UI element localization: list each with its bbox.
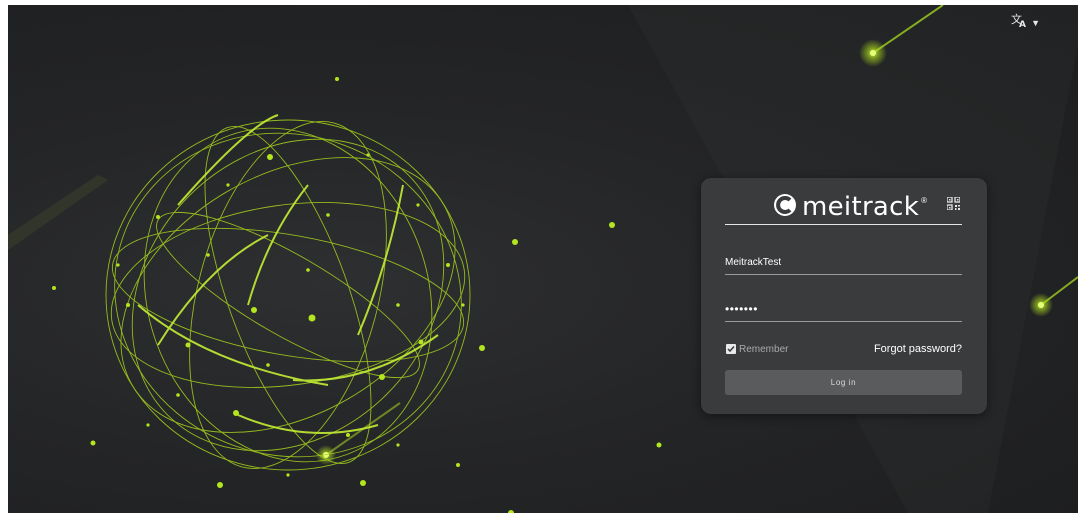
brand-logo: meitrack ®: [773, 192, 927, 222]
login-card: meitrack ® MeitrackTest ••••••• Remember…: [701, 178, 987, 414]
login-button[interactable]: Log in: [725, 370, 962, 395]
caret-down-icon: ▼: [1031, 18, 1040, 28]
brand-name: meitrack: [802, 192, 920, 222]
meitrack-logo-icon: [773, 193, 797, 222]
password-field-wrapper: [725, 297, 962, 322]
qr-code-icon[interactable]: [946, 196, 961, 215]
username-input[interactable]: [725, 250, 962, 274]
logo-row: meitrack ®: [725, 190, 962, 225]
username-field-wrapper: [725, 250, 962, 275]
registered-mark: ®: [921, 196, 928, 205]
remember-label: Remember: [739, 343, 789, 355]
remember-row: Remember Forgot password?: [726, 341, 962, 357]
translate-icon: 文 A: [1010, 12, 1028, 33]
svg-text:A: A: [1019, 20, 1026, 28]
remember-checkbox[interactable]: Remember: [726, 344, 788, 355]
language-selector[interactable]: 文 A ▼: [1010, 12, 1040, 33]
password-input[interactable]: [725, 297, 962, 321]
forgot-password-link[interactable]: Forgot password?: [874, 343, 962, 355]
checkbox-checked-icon: [726, 344, 736, 354]
